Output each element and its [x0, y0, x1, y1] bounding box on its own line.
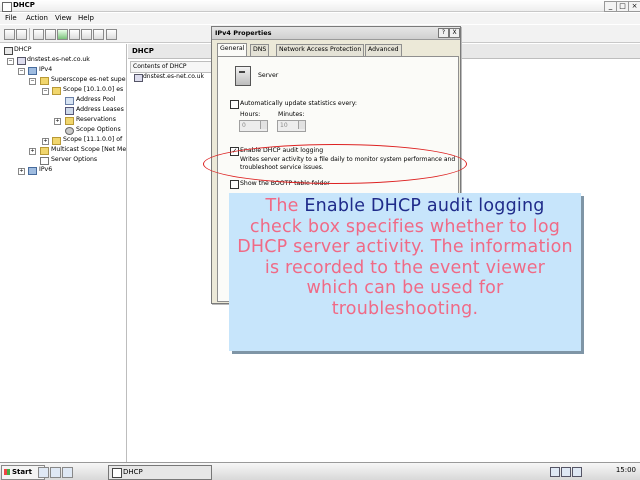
menu-action[interactable]: Action [26, 14, 48, 22]
minutes-spinner[interactable]: 10 [277, 120, 306, 132]
toolbar-separator [29, 28, 30, 40]
tree-item-dhcp[interactable]: DHCP [14, 45, 31, 54]
callout-text: The Enable DHCP audit logging check box … [237, 196, 573, 319]
server-options-icon [40, 157, 49, 165]
expand-ipv6-icon[interactable]: + [18, 168, 25, 175]
system-tray: 15:00 [548, 465, 638, 478]
tree-item-server[interactable]: dnstest.es-net.co.uk [27, 55, 90, 64]
server-label: Server [258, 72, 279, 79]
security-tray-icon[interactable] [572, 467, 582, 477]
dialog-close-button[interactable]: X [449, 28, 460, 38]
dhcp-task-icon [112, 468, 122, 478]
hours-spinner[interactable]: 0 [239, 120, 268, 132]
tree-item-address-pool[interactable]: Address Pool [76, 95, 115, 104]
menu-bar: File Action View Help [0, 13, 640, 24]
ipv4-icon [28, 67, 37, 75]
tab-advanced[interactable]: Advanced [365, 44, 402, 56]
tree-item-scope-11[interactable]: Scope [11.1.0.0] of [63, 135, 122, 144]
auto-update-checkbox[interactable] [230, 100, 239, 109]
server-list-icon [134, 74, 143, 82]
tree-item-scope-options[interactable]: Scope Options [76, 125, 121, 134]
show-action-pane-icon[interactable] [93, 29, 104, 40]
tree-item-ipv6[interactable]: IPv6 [39, 165, 52, 174]
show-hide-tree-icon[interactable] [33, 29, 44, 40]
server-icon [235, 66, 251, 86]
dhcp-icon [4, 47, 13, 55]
tree-item-ipv4[interactable]: IPv4 [39, 65, 52, 74]
callout-text-pre: The [265, 196, 299, 216]
highlight-oval [203, 144, 467, 184]
menu-file[interactable]: File [5, 14, 17, 22]
tree-item-multicast-scope[interactable]: Multicast Scope [Net Me [51, 145, 126, 154]
dialog-help-button[interactable]: ? [438, 28, 449, 38]
add-server-icon[interactable] [106, 29, 117, 40]
window-title: DHCP [13, 1, 35, 9]
collapse-scope-icon[interactable]: − [42, 88, 49, 95]
help-icon[interactable] [81, 29, 92, 40]
tree-item-server-options[interactable]: Server Options [51, 155, 97, 164]
reservations-folder-icon [65, 117, 74, 125]
address-pool-icon [65, 97, 74, 105]
menu-help[interactable]: Help [78, 14, 94, 22]
export-list-icon[interactable] [69, 29, 80, 40]
powershell-quicklaunch-icon[interactable] [50, 467, 61, 478]
expand-scope-11-icon[interactable]: + [42, 138, 49, 145]
properties-icon[interactable] [45, 29, 56, 40]
clock[interactable]: 15:00 [616, 466, 636, 474]
taskbar-button-label: DHCP [123, 468, 143, 476]
dialog-title: IPv4 Properties [215, 29, 272, 37]
refresh-icon[interactable] [57, 29, 68, 40]
multicast-folder-icon [40, 147, 49, 155]
minutes-label: Minutes: [278, 111, 305, 118]
scope-options-icon [65, 127, 74, 135]
server-manager-quicklaunch-icon[interactable] [38, 467, 49, 478]
superscope-folder-icon [40, 77, 49, 85]
taskbar: Start DHCP 15:00 [0, 462, 640, 480]
tab-general[interactable]: General [217, 43, 248, 57]
dialog-title-bar: IPv4 Properties ? X [212, 27, 460, 40]
server-icon [17, 57, 26, 65]
tree-item-superscope[interactable]: Superscope es-net supe [51, 75, 126, 84]
tab-dns[interactable]: DNS [250, 44, 270, 56]
back-icon[interactable] [4, 29, 15, 40]
address-leases-icon [65, 107, 74, 115]
tab-network-access-protection[interactable]: Network Access Protection [276, 44, 365, 56]
details-title: DHCP [132, 47, 154, 55]
column-header-contents[interactable]: Contents of DHCP [130, 61, 214, 73]
window-title-bar: DHCP _ □ × [0, 0, 640, 12]
close-button[interactable]: × [628, 1, 640, 12]
collapse-ipv4-icon[interactable]: − [18, 68, 25, 75]
callout-text-post: check box specifies whether to log DHCP … [237, 216, 573, 319]
tree-item-scope-10[interactable]: Scope [10.1.0.0] es [63, 85, 123, 94]
explorer-quicklaunch-icon[interactable] [62, 467, 73, 478]
ipv6-icon [28, 167, 37, 175]
tutorial-callout: The Enable DHCP audit logging check box … [229, 193, 581, 351]
tree-item-reservations[interactable]: Reservations [76, 115, 116, 124]
auto-update-label: Automatically update statistics every: [240, 100, 358, 107]
scope-folder-icon [52, 87, 61, 95]
console-tree: DHCP − dnstest.es-net.co.uk − IPv4 − Sup… [0, 44, 127, 462]
taskbar-button-dhcp[interactable]: DHCP [108, 465, 212, 480]
dhcp-app-icon [2, 2, 12, 12]
collapse-superscope-icon[interactable]: − [29, 78, 36, 85]
callout-highlight: Enable DHCP audit logging [304, 196, 545, 216]
network-tray-icon[interactable] [550, 467, 560, 477]
expand-reservations-icon[interactable]: + [54, 118, 61, 125]
list-item-server[interactable]: dnstest.es-net.co.uk [143, 73, 204, 80]
scope-11-folder-icon [52, 137, 61, 145]
bootp-table-checkbox[interactable] [230, 180, 239, 189]
collapse-server-icon[interactable]: − [7, 58, 14, 65]
menu-view[interactable]: View [55, 14, 72, 22]
volume-tray-icon[interactable] [561, 467, 571, 477]
hours-label: Hours: [240, 111, 261, 118]
forward-icon[interactable] [16, 29, 27, 40]
tree-item-address-leases[interactable]: Address Leases [76, 105, 124, 114]
expand-multicast-icon[interactable]: + [29, 148, 36, 155]
